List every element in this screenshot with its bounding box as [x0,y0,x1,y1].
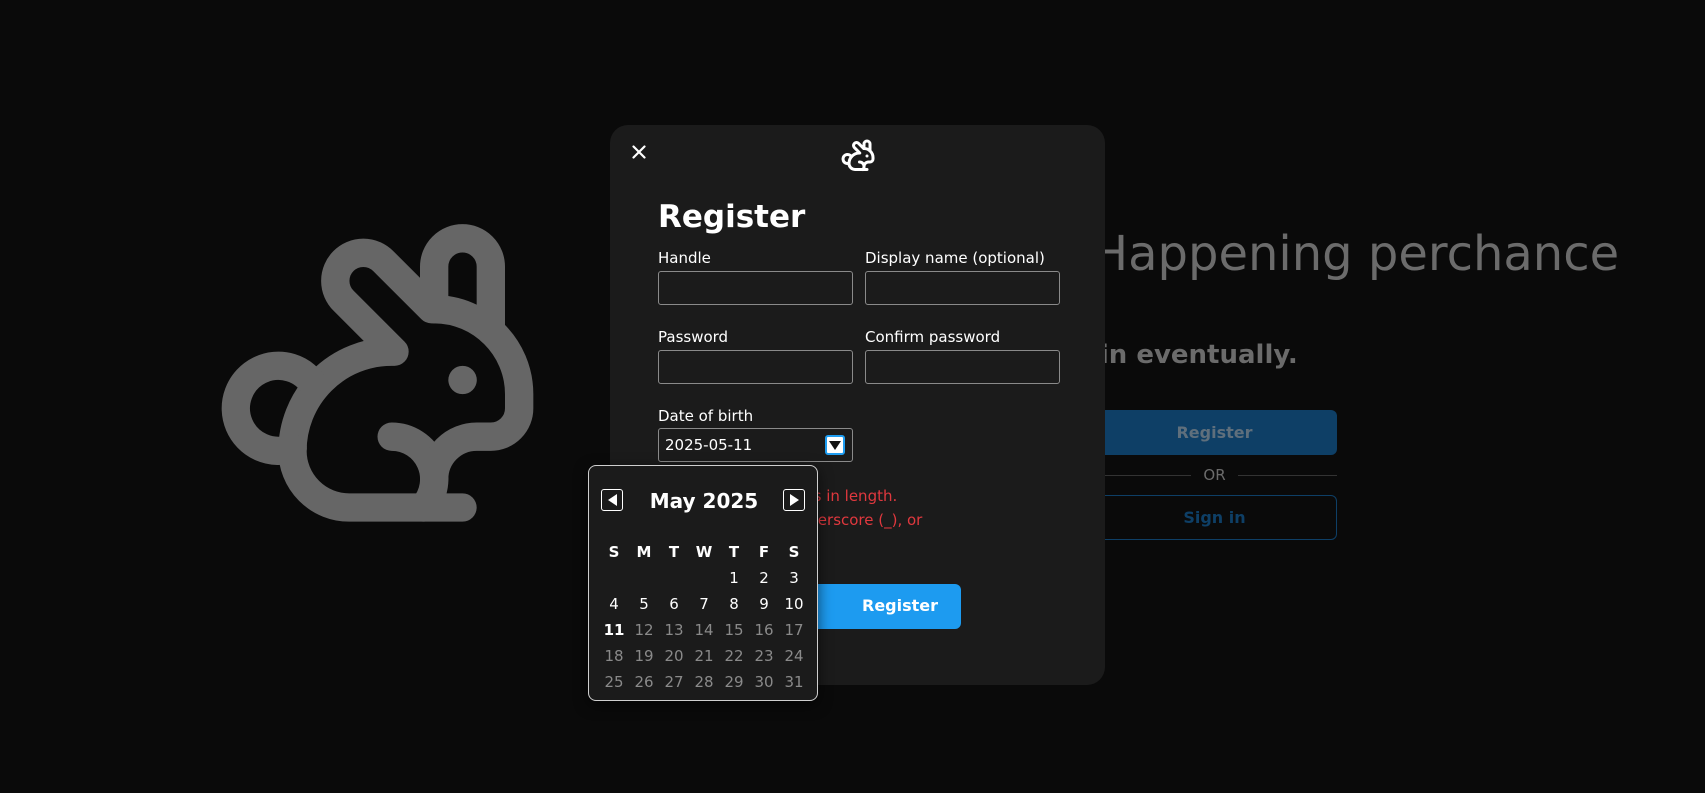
calendar-day: 22 [724,647,744,665]
calendar-blank [689,565,719,591]
calendar-month-title: May 2025 [649,489,759,513]
calendar-day[interactable]: 7 [689,591,719,617]
calendar-day: 17 [784,621,804,639]
calendar-day: 16 [754,621,774,639]
dob-input[interactable]: 2025-05-11 [658,428,853,462]
calendar-day[interactable]: 8 [719,591,749,617]
calendar-day[interactable]: 3 [779,565,809,591]
calendar-day[interactable]: 5 [629,591,659,617]
calendar-day: 15 [724,621,744,639]
password-input[interactable] [658,350,853,384]
handle-label: Handle [658,249,711,267]
display-name-input[interactable] [865,271,1060,305]
display-name-label: Display name (optional) [865,249,1045,267]
calendar-day[interactable]: 9 [749,591,779,617]
calendar-day[interactable]: 11 [599,617,629,643]
calendar-day: 24 [784,647,804,665]
calendar-day[interactable]: 2 [749,565,779,591]
calendar-day: 25 [604,673,624,691]
calendar-dropdown-icon[interactable] [825,435,845,455]
weekday-header: T [668,543,680,561]
prev-month-icon[interactable] [601,489,623,511]
weekday-header: S [608,543,620,561]
calendar-blank [659,565,689,591]
divider-line [1237,474,1338,476]
next-month-icon[interactable] [783,489,805,511]
password-label: Password [658,328,729,346]
calendar-day: 14 [694,621,714,639]
dob-label: Date of birth [658,407,754,425]
or-label: OR [1203,466,1226,484]
background-or-divider: OR [1092,465,1338,485]
rabbit-logo-icon [221,224,534,522]
calendar-day: 13 [664,621,684,639]
handle-input[interactable] [658,271,853,305]
close-icon[interactable] [628,141,650,163]
background-signin-button: Sign in [1092,495,1337,540]
calendar-day: 23 [754,647,774,665]
calendar-day: 31 [784,673,804,691]
register-submit-label: Register [862,596,939,615]
calendar-day: 20 [664,647,684,665]
weekday-header: S [788,543,800,561]
calendar-day: 18 [604,647,624,665]
calendar-day: 28 [694,673,714,691]
calendar-day: 12 [634,621,654,639]
background-subheadline: oin eventually. [1082,340,1298,370]
rabbit-logo-icon [841,139,875,171]
calendar-day: 21 [694,647,714,665]
background-register-button: Register [1092,410,1337,455]
calendar-day[interactable]: 6 [659,591,689,617]
calendar-day: 30 [754,673,774,691]
background-headline: Happening perchance [1092,226,1620,282]
weekday-header: F [758,543,770,561]
weekday-header: T [728,543,740,561]
calendar-day[interactable]: 1 [719,565,749,591]
date-picker-popup: May 2025 S M T W T F S 1 2 3 4 5 6 7 8 9 10 11 12 13 14 15 16 1… [588,465,818,701]
calendar-day: 26 [634,673,654,691]
confirm-password-label: Confirm password [865,328,1001,346]
calendar-blank [629,565,659,591]
dob-value: 2025-05-11 [665,436,753,454]
divider-line [1092,474,1192,476]
calendar-day: 19 [634,647,654,665]
calendar-day[interactable]: 4 [599,591,629,617]
calendar-day[interactable]: 10 [779,591,809,617]
modal-title: Register [658,199,806,235]
calendar-blank [599,565,629,591]
weekday-header: M [636,543,652,561]
calendar-grid: S M T W T F S 1 2 3 4 5 6 7 8 9 10 11 12 13 14 15 16 17 18 19 20 21… [599,539,809,695]
calendar-day: 29 [724,673,744,691]
calendar-day: 27 [664,673,684,691]
confirm-password-input[interactable] [865,350,1060,384]
weekday-header: W [695,543,713,561]
